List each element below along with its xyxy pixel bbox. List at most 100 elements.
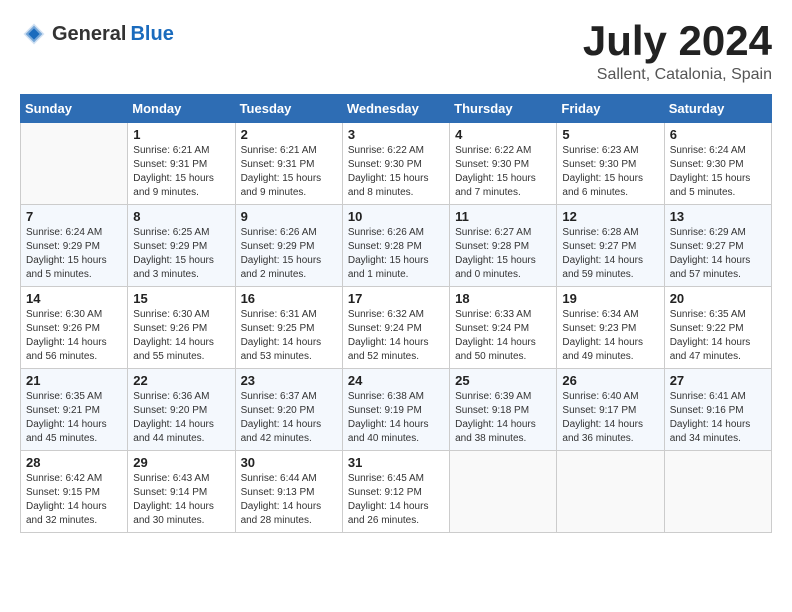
calendar-week-row: 28 Sunrise: 6:42 AMSunset: 9:15 PMDayligh…	[21, 451, 772, 533]
calendar-cell: 24 Sunrise: 6:38 AMSunset: 9:19 PMDayligh…	[342, 369, 449, 451]
day-info: Sunrise: 6:24 AMSunset: 9:29 PMDaylight:…	[26, 226, 122, 282]
calendar-cell: 2Sunrise: 6:21 AMSunset: 9:31 PMDaylight…	[235, 123, 342, 205]
calendar-cell: 27 Sunrise: 6:41 AMSunset: 9:16 PMDayligh…	[664, 369, 771, 451]
day-info: Sunrise: 6:24 AMSunset: 9:30 PMDaylight:…	[670, 144, 766, 200]
calendar-cell: 18Sunrise: 6:33 AMSunset: 9:24 PMDayligh…	[450, 287, 557, 369]
day-number: 28	[26, 455, 122, 470]
logo-general-text: General	[52, 23, 126, 46]
day-number: 27	[670, 373, 766, 388]
day-number: 22	[133, 373, 229, 388]
calendar-cell: 13 Sunrise: 6:29 AMSunset: 9:27 PMDayligh…	[664, 205, 771, 287]
day-number: 17	[348, 291, 444, 306]
day-info: Sunrise: 6:22 AMSunset: 9:30 PMDaylight:…	[455, 144, 551, 200]
calendar-week-row: 7 Sunrise: 6:24 AMSunset: 9:29 PMDaylight…	[21, 205, 772, 287]
calendar-cell: 10Sunrise: 6:26 AMSunset: 9:28 PMDayligh…	[342, 205, 449, 287]
calendar-header-row: SundayMondayTuesdayWednesdayThursdayFrid…	[21, 95, 772, 123]
weekday-header-saturday: Saturday	[664, 95, 771, 123]
page-header: GeneralBlue July 2024 Sallent, Catalonia…	[20, 20, 772, 84]
calendar-cell: 1 Sunrise: 6:21 AMSunset: 9:31 PMDaylight…	[128, 123, 235, 205]
day-number: 11	[455, 209, 551, 224]
day-number: 30	[241, 455, 337, 470]
day-number: 12	[562, 209, 658, 224]
month-year-title: July 2024	[583, 20, 772, 62]
day-number: 19	[562, 291, 658, 306]
day-info: Sunrise: 6:22 AMSunset: 9:30 PMDaylight:…	[348, 144, 444, 200]
calendar-cell: 19 Sunrise: 6:34 AMSunset: 9:23 PMDayligh…	[557, 287, 664, 369]
title-section: July 2024 Sallent, Catalonia, Spain	[583, 20, 772, 84]
day-info: Sunrise: 6:25 AMSunset: 9:29 PMDaylight:…	[133, 226, 229, 282]
day-info: Sunrise: 6:30 AMSunset: 9:26 PMDaylight:…	[133, 308, 229, 364]
weekday-header-thursday: Thursday	[450, 95, 557, 123]
calendar-cell: 4 Sunrise: 6:22 AMSunset: 9:30 PMDaylight…	[450, 123, 557, 205]
logo-icon	[20, 20, 48, 48]
day-info: Sunrise: 6:42 AMSunset: 9:15 PMDaylight:…	[26, 472, 122, 528]
calendar-cell: 22 Sunrise: 6:36 AMSunset: 9:20 PMDayligh…	[128, 369, 235, 451]
calendar-cell	[450, 451, 557, 533]
calendar-cell: 20Sunrise: 6:35 AMSunset: 9:22 PMDayligh…	[664, 287, 771, 369]
calendar-cell: 17 Sunrise: 6:32 AMSunset: 9:24 PMDayligh…	[342, 287, 449, 369]
day-info: Sunrise: 6:36 AMSunset: 9:20 PMDaylight:…	[133, 390, 229, 446]
day-number: 3	[348, 127, 444, 142]
calendar-cell: 6 Sunrise: 6:24 AMSunset: 9:30 PMDaylight…	[664, 123, 771, 205]
day-number: 23	[241, 373, 337, 388]
day-number: 16	[241, 291, 337, 306]
day-info: Sunrise: 6:27 AMSunset: 9:28 PMDaylight:…	[455, 226, 551, 282]
calendar-cell: 15 Sunrise: 6:30 AMSunset: 9:26 PMDayligh…	[128, 287, 235, 369]
day-info: Sunrise: 6:21 AMSunset: 9:31 PMDaylight:…	[133, 144, 229, 200]
calendar-cell: 5 Sunrise: 6:23 AMSunset: 9:30 PMDaylight…	[557, 123, 664, 205]
calendar-cell: 14Sunrise: 6:30 AMSunset: 9:26 PMDayligh…	[21, 287, 128, 369]
day-number: 6	[670, 127, 766, 142]
calendar-cell: 3 Sunrise: 6:22 AMSunset: 9:30 PMDaylight…	[342, 123, 449, 205]
logo: GeneralBlue	[20, 20, 174, 48]
calendar-cell	[21, 123, 128, 205]
calendar-table: SundayMondayTuesdayWednesdayThursdayFrid…	[20, 94, 772, 533]
weekday-header-sunday: Sunday	[21, 95, 128, 123]
day-info: Sunrise: 6:39 AMSunset: 9:18 PMDaylight:…	[455, 390, 551, 446]
day-info: Sunrise: 6:35 AMSunset: 9:21 PMDaylight:…	[26, 390, 122, 446]
day-info: Sunrise: 6:33 AMSunset: 9:24 PMDaylight:…	[455, 308, 551, 364]
day-number: 26	[562, 373, 658, 388]
calendar-cell: 21 Sunrise: 6:35 AMSunset: 9:21 PMDayligh…	[21, 369, 128, 451]
day-info: Sunrise: 6:23 AMSunset: 9:30 PMDaylight:…	[562, 144, 658, 200]
day-info: Sunrise: 6:31 AMSunset: 9:25 PMDaylight:…	[241, 308, 337, 364]
day-info: Sunrise: 6:32 AMSunset: 9:24 PMDaylight:…	[348, 308, 444, 364]
day-info: Sunrise: 6:38 AMSunset: 9:19 PMDaylight:…	[348, 390, 444, 446]
location-subtitle: Sallent, Catalonia, Spain	[583, 66, 772, 84]
calendar-cell: 12Sunrise: 6:28 AMSunset: 9:27 PMDayligh…	[557, 205, 664, 287]
day-number: 2	[241, 127, 337, 142]
calendar-cell	[664, 451, 771, 533]
day-number: 9	[241, 209, 337, 224]
day-number: 31	[348, 455, 444, 470]
day-number: 7	[26, 209, 122, 224]
calendar-cell: 11 Sunrise: 6:27 AMSunset: 9:28 PMDayligh…	[450, 205, 557, 287]
day-number: 25	[455, 373, 551, 388]
day-info: Sunrise: 6:29 AMSunset: 9:27 PMDaylight:…	[670, 226, 766, 282]
calendar-week-row: 14 Sunrise: 6:30 AMSunset: 9:26 PMDayligh…	[21, 287, 772, 369]
day-info: Sunrise: 6:41 AMSunset: 9:16 PMDaylight:…	[670, 390, 766, 446]
calendar-week-row: 21 Sunrise: 6:35 AMSunset: 9:21 PMDayligh…	[21, 369, 772, 451]
calendar-cell: 16 Sunrise: 6:31 AMSunset: 9:25 PMDayligh…	[235, 287, 342, 369]
calendar-cell: 30Sunrise: 6:44 AMSunset: 9:13 PMDayligh…	[235, 451, 342, 533]
day-number: 24	[348, 373, 444, 388]
day-number: 4	[455, 127, 551, 142]
day-number: 13	[670, 209, 766, 224]
weekday-header-wednesday: Wednesday	[342, 95, 449, 123]
calendar-cell: 23Sunrise: 6:37 AMSunset: 9:20 PMDayligh…	[235, 369, 342, 451]
calendar-week-row: 1 Sunrise: 6:21 AMSunset: 9:31 PMDaylight…	[21, 123, 772, 205]
day-number: 1	[133, 127, 229, 142]
day-number: 29	[133, 455, 229, 470]
day-number: 21	[26, 373, 122, 388]
day-info: Sunrise: 6:34 AMSunset: 9:23 PMDaylight:…	[562, 308, 658, 364]
weekday-header-friday: Friday	[557, 95, 664, 123]
day-number: 15	[133, 291, 229, 306]
day-number: 14	[26, 291, 122, 306]
calendar-cell: 28 Sunrise: 6:42 AMSunset: 9:15 PMDayligh…	[21, 451, 128, 533]
calendar-cell: 7 Sunrise: 6:24 AMSunset: 9:29 PMDaylight…	[21, 205, 128, 287]
day-number: 5	[562, 127, 658, 142]
day-info: Sunrise: 6:26 AMSunset: 9:28 PMDaylight:…	[348, 226, 444, 282]
day-info: Sunrise: 6:35 AMSunset: 9:22 PMDaylight:…	[670, 308, 766, 364]
day-number: 8	[133, 209, 229, 224]
calendar-cell	[557, 451, 664, 533]
logo-blue-text: Blue	[130, 23, 173, 46]
day-info: Sunrise: 6:43 AMSunset: 9:14 PMDaylight:…	[133, 472, 229, 528]
